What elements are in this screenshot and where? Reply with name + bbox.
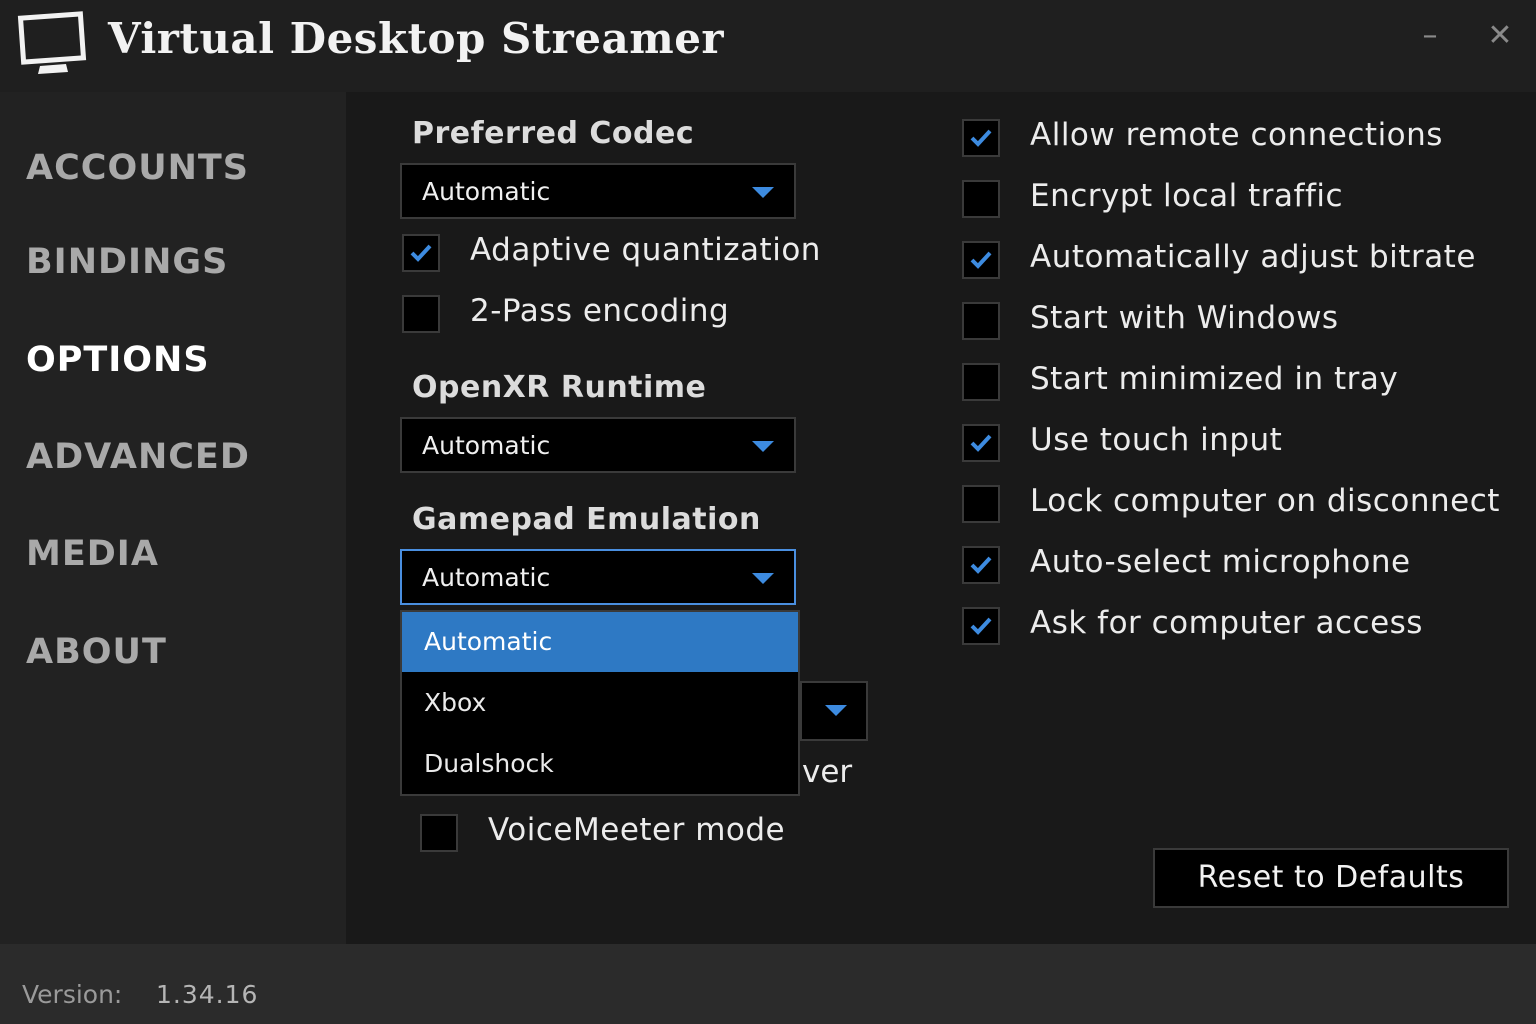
touch-input-checkbox[interactable]: [962, 424, 1000, 462]
auto-mic-checkbox[interactable]: [962, 546, 1000, 584]
openxr-value: Automatic: [422, 431, 551, 460]
obscured-dropdown[interactable]: [800, 681, 868, 741]
close-button[interactable]: ✕: [1480, 16, 1520, 56]
nav-options[interactable]: OPTIONS: [26, 340, 210, 380]
version-label: Version:: [22, 980, 123, 1009]
menu-item-label: Dualshock: [424, 749, 554, 778]
codec-dropdown[interactable]: Automatic: [400, 163, 796, 219]
chevron-down-icon: [752, 441, 774, 452]
nav-about[interactable]: ABOUT: [26, 632, 167, 672]
checkmark-icon: [970, 434, 992, 452]
nav-advanced[interactable]: ADVANCED: [26, 437, 250, 477]
chevron-down-icon: [825, 705, 847, 716]
computer-access-checkbox[interactable]: [962, 607, 1000, 645]
app-title: Virtual Desktop Streamer: [108, 14, 725, 63]
adjust-bitrate-label: Automatically adjust bitrate: [1030, 239, 1476, 275]
obscured-label: ver: [802, 754, 853, 790]
sidebar-nav: ACCOUNTS BINDINGS OPTIONS ADVANCED MEDIA…: [0, 92, 346, 944]
menu-item-label: Xbox: [424, 688, 487, 717]
allow-remote-label: Allow remote connections: [1030, 117, 1443, 153]
start-windows-label: Start with Windows: [1030, 300, 1339, 336]
voicemeeter-checkbox[interactable]: [420, 814, 458, 852]
footer: Version: 1.34.16: [0, 944, 1536, 1024]
gamepad-value: Automatic: [422, 563, 551, 592]
nav-accounts[interactable]: ACCOUNTS: [26, 148, 249, 188]
start-minimized-label: Start minimized in tray: [1030, 361, 1399, 397]
lock-computer-checkbox[interactable]: [962, 485, 1000, 523]
minimize-button[interactable]: –: [1410, 16, 1450, 56]
voicemeeter-label: VoiceMeeter mode: [488, 812, 786, 848]
menu-item-automatic[interactable]: Automatic: [402, 612, 798, 672]
version-value: 1.34.16: [156, 980, 259, 1009]
openxr-label: OpenXR Runtime: [412, 370, 707, 405]
start-windows-checkbox[interactable]: [962, 302, 1000, 340]
start-minimized-checkbox[interactable]: [962, 363, 1000, 401]
chevron-down-icon: [752, 573, 774, 584]
encrypt-traffic-checkbox[interactable]: [962, 180, 1000, 218]
encrypt-traffic-label: Encrypt local traffic: [1030, 178, 1344, 214]
two-pass-label: 2-Pass encoding: [470, 293, 730, 329]
gamepad-label: Gamepad Emulation: [412, 502, 761, 537]
touch-input-label: Use touch input: [1030, 422, 1283, 458]
checkmark-icon: [970, 251, 992, 269]
codec-label: Preferred Codec: [412, 116, 695, 151]
title-bar: Virtual Desktop Streamer – ✕: [0, 0, 1536, 92]
reset-defaults-button[interactable]: Reset to Defaults: [1153, 848, 1509, 908]
nav-media[interactable]: MEDIA: [26, 534, 159, 574]
allow-remote-checkbox[interactable]: [962, 119, 1000, 157]
chevron-down-icon: [752, 187, 774, 198]
menu-item-xbox[interactable]: Xbox: [402, 673, 798, 733]
checkmark-icon: [410, 244, 432, 262]
checkmark-icon: [970, 556, 992, 574]
monitor-icon: [17, 11, 87, 74]
codec-value: Automatic: [422, 177, 551, 206]
checkmark-icon: [970, 617, 992, 635]
menu-item-label: Automatic: [424, 627, 553, 656]
auto-mic-label: Auto-select microphone: [1030, 544, 1411, 580]
adaptive-quantization-checkbox[interactable]: [402, 234, 440, 272]
menu-item-dualshock[interactable]: Dualshock: [402, 734, 798, 794]
checkmark-icon: [970, 129, 992, 147]
adjust-bitrate-checkbox[interactable]: [962, 241, 1000, 279]
lock-computer-label: Lock computer on disconnect: [1030, 483, 1500, 519]
gamepad-dropdown-menu: Automatic Xbox Dualshock: [400, 610, 800, 796]
adaptive-quantization-label: Adaptive quantization: [470, 232, 821, 268]
openxr-dropdown[interactable]: Automatic: [400, 417, 796, 473]
two-pass-checkbox[interactable]: [402, 295, 440, 333]
computer-access-label: Ask for computer access: [1030, 605, 1423, 641]
gamepad-dropdown[interactable]: Automatic: [400, 549, 796, 605]
nav-bindings[interactable]: BINDINGS: [26, 242, 228, 282]
